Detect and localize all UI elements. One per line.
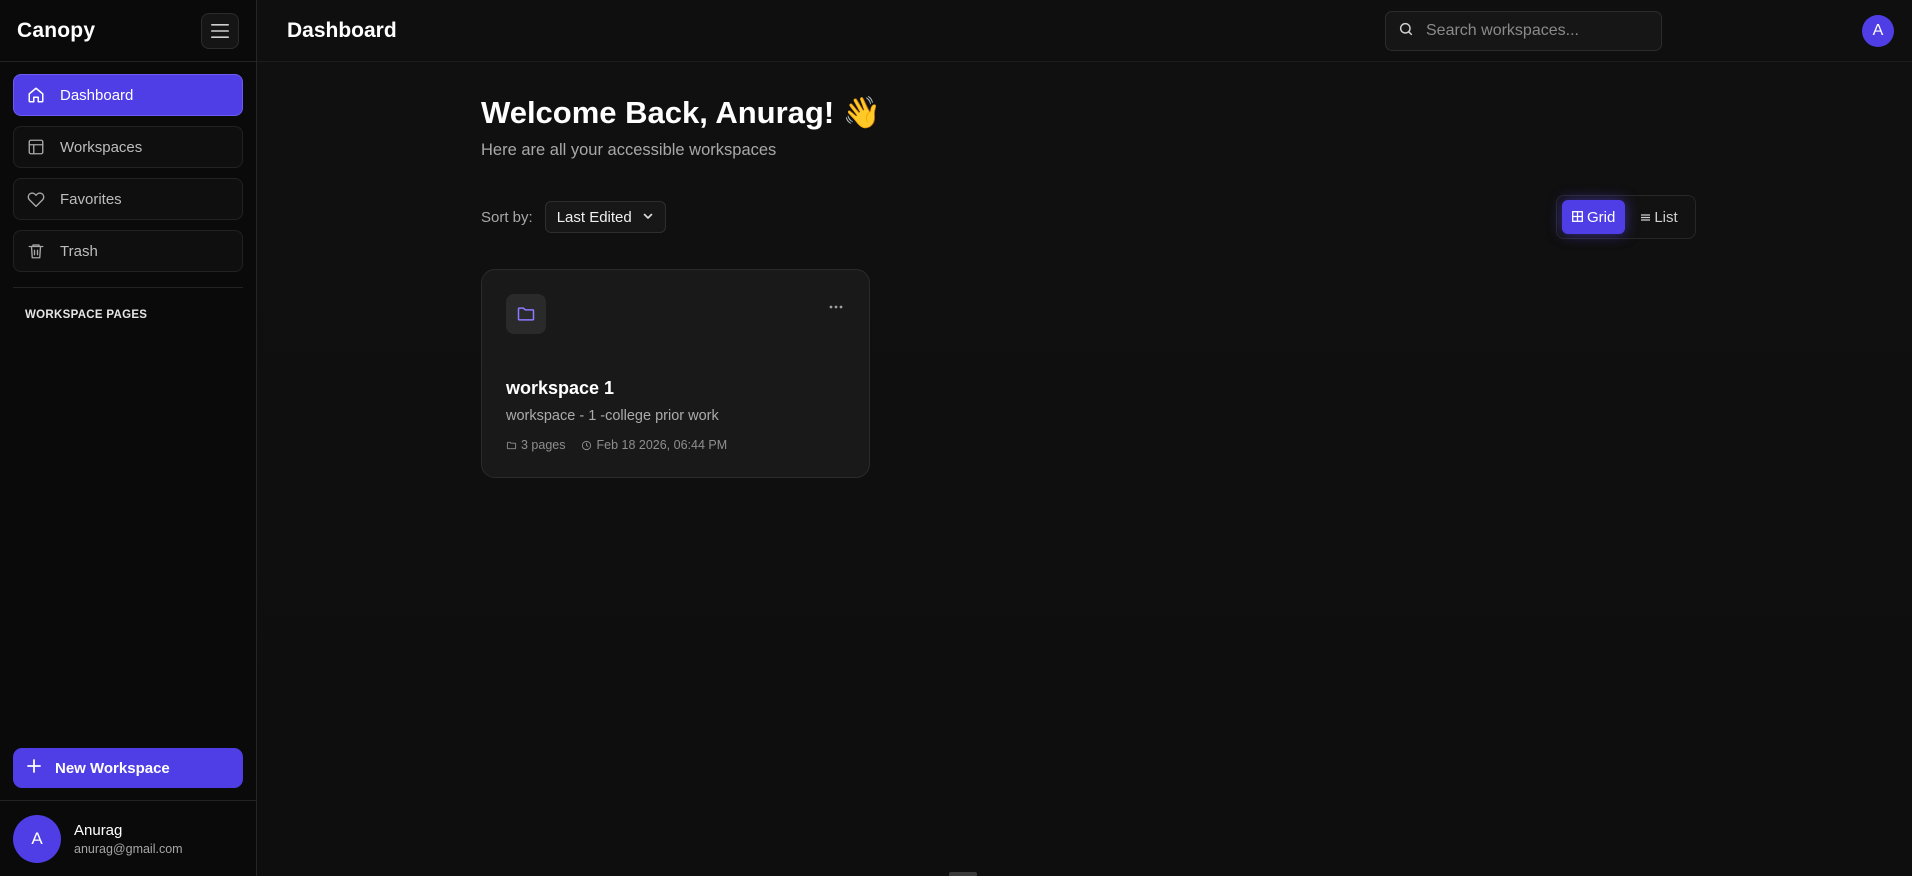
welcome-section: Welcome Back, Anurag! 👋 Here are all you… [481,94,881,160]
welcome-subtitle: Here are all your accessible workspaces [481,141,777,159]
workspace-description: workspace - 1 -college prior work [506,408,719,424]
hamburger-icon [211,23,229,38]
new-workspace-button[interactable]: New Workspace [13,748,243,788]
sidebar-item-label: Workspaces [60,138,143,156]
sidebar-item-dashboard[interactable]: Dashboard [13,74,243,116]
header-avatar[interactable]: A [1862,15,1894,47]
grid-icon [1572,209,1583,226]
sidebar-item-favorites[interactable]: Favorites [13,178,243,220]
sort-dropdown[interactable]: Last Edited [544,201,666,233]
user-name: Anurag [74,821,123,839]
user-profile[interactable]: A Anurag anurag@gmail.com [0,800,256,876]
folder-icon [506,294,546,334]
search-box[interactable] [1385,11,1662,51]
view-toggle: Grid List [1556,195,1696,239]
sort-value: Last Edited [556,208,632,226]
trash-icon [26,241,46,261]
top-bar: Dashboard A [257,0,1912,62]
ellipsis-icon [829,305,843,309]
more-options-button[interactable] [829,296,843,314]
sidebar-nav: Dashboard Workspaces Favorites Trash [0,62,256,272]
sort-label: Sort by: [481,208,533,226]
folder-small-icon [506,441,517,449]
search-input[interactable] [1426,22,1646,40]
sort-control: Sort by: Last Edited [481,201,666,233]
workspace-pages-heading: WORKSPACE PAGES [25,309,148,321]
workspace-title: workspace 1 [506,378,615,398]
chevron-down-icon [642,209,654,226]
edited-time: Feb 18 2026, 06:44 PM [581,438,727,452]
new-workspace-label: New Workspace [55,759,170,777]
clock-icon [582,440,592,450]
edited-time-text: Feb 18 2026, 06:44 PM [596,438,728,452]
sidebar-item-label: Dashboard [60,86,134,104]
sidebar-item-workspaces[interactable]: Workspaces [13,126,243,168]
welcome-title: Welcome Back, Anurag! 👋 [481,95,882,130]
list-view-button[interactable]: List [1631,200,1687,234]
sidebar-item-label: Trash [60,242,98,260]
page-count: 3 pages [506,438,565,452]
page-count-text: 3 pages [521,438,566,452]
sidebar-header: Canopy [0,0,256,62]
brand-logo[interactable]: Canopy [17,19,95,43]
search-icon [1398,21,1414,42]
workspace-meta: 3 pages Feb 18 2026, 06:44 PM [506,438,727,452]
list-view-label: List [1654,208,1678,226]
avatar: A [13,814,61,863]
workspace-card[interactable]: workspace 1 workspace - 1 -college prior… [481,269,870,478]
user-email: anurag@gmail.com [74,841,183,856]
sidebar: Canopy Dashboard Workspaces Favorites Tr… [0,0,257,876]
grid-view-label: Grid [1587,208,1616,226]
sidebar-item-trash[interactable]: Trash [13,230,243,272]
home-icon [26,85,46,105]
list-icon [1641,209,1651,226]
menu-toggle-button[interactable] [201,12,239,49]
main-content: Welcome Back, Anurag! 👋 Here are all you… [257,62,1912,876]
heart-icon [26,189,46,209]
sidebar-item-label: Favorites [60,190,122,208]
grid-view-button[interactable]: Grid [1562,200,1626,234]
page-title: Dashboard [287,18,397,42]
scroll-handle[interactable] [949,872,977,876]
plus-icon [27,759,41,777]
layout-icon [26,137,46,157]
